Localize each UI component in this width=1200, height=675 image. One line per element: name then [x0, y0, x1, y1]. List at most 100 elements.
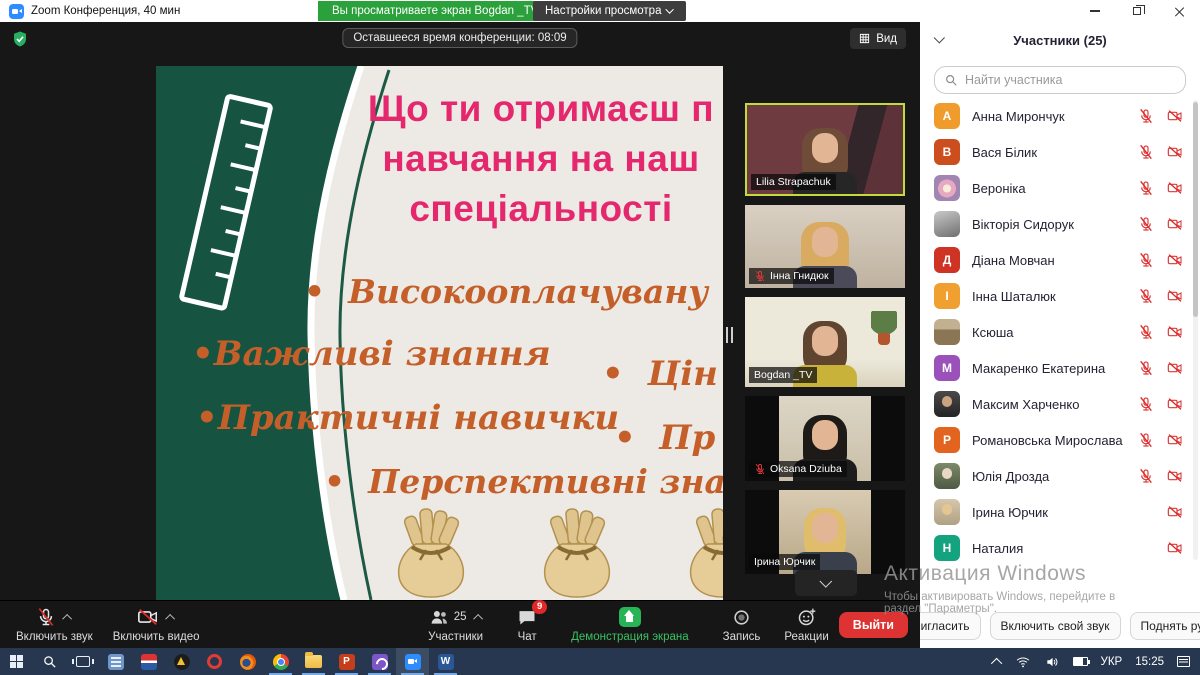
- participant-row[interactable]: Ксюша: [920, 314, 1200, 350]
- security-shield-icon[interactable]: [11, 30, 29, 48]
- video-tile-name: Інна Гнидюк: [770, 270, 829, 282]
- chevron-up-icon[interactable]: [165, 613, 175, 623]
- restore-button[interactable]: [1116, 0, 1158, 22]
- camera-off-icon: [1166, 288, 1184, 304]
- task-view-icon[interactable]: [66, 648, 99, 675]
- calculator-icon[interactable]: [99, 648, 132, 675]
- window-title-bar: Zoom Конференция, 40 мин Вы просматривае…: [0, 0, 1200, 22]
- action-center-icon[interactable]: [1177, 656, 1190, 667]
- mail-app-icon[interactable]: [132, 648, 165, 675]
- participants-panel-title: Участники (25): [1013, 33, 1107, 48]
- search-icon: [944, 73, 958, 87]
- avatar: [934, 499, 960, 525]
- reactions-button[interactable]: Реакции: [774, 606, 838, 643]
- mic-muted-icon: [1138, 396, 1154, 412]
- participant-row[interactable]: Р Романовська Мирослава: [920, 422, 1200, 458]
- mic-muted-icon: [1138, 252, 1154, 268]
- start-button[interactable]: [0, 648, 33, 675]
- money-bag-icon: [672, 504, 723, 600]
- video-tile-oksana[interactable]: Oksana Dziuba: [745, 396, 905, 481]
- volume-icon[interactable]: [1044, 655, 1060, 669]
- mic-muted-icon: [1138, 432, 1154, 448]
- participants-panel: Участники (25) А Анна Мирончук В Вася Бі…: [920, 22, 1200, 648]
- grid-view-icon: [859, 33, 870, 44]
- start-video-button[interactable]: Включить видео: [103, 606, 210, 643]
- minimize-button[interactable]: [1074, 0, 1116, 22]
- opera-icon[interactable]: [198, 648, 231, 675]
- participants-button[interactable]: 25 Участники: [418, 606, 493, 643]
- avatar: І: [934, 283, 960, 309]
- participants-icon: [429, 607, 450, 628]
- record-button[interactable]: Запись: [713, 606, 771, 643]
- language-indicator[interactable]: УКР: [1101, 656, 1123, 668]
- powerpoint-icon[interactable]: P: [330, 648, 363, 675]
- avatar: [934, 463, 960, 489]
- close-button[interactable]: [1158, 0, 1200, 22]
- participant-row[interactable]: Д Діана Мовчан: [920, 242, 1200, 278]
- camera-off-icon: [1166, 360, 1184, 376]
- chevron-up-icon[interactable]: [473, 613, 483, 623]
- antivirus-icon[interactable]: [165, 648, 198, 675]
- panel-scrollbar[interactable]: [1193, 100, 1198, 560]
- unmute-button[interactable]: Включить звук: [6, 606, 103, 643]
- mic-muted-icon: [1138, 360, 1154, 376]
- panel-collapse-chevron-icon[interactable]: [934, 32, 945, 43]
- avatar: А: [934, 103, 960, 129]
- chat-unread-badge: 9: [532, 600, 547, 614]
- view-layout-button[interactable]: Вид: [850, 28, 906, 49]
- video-tile-lilia[interactable]: Lilia Strapachuk: [745, 103, 905, 196]
- tray-expand-icon[interactable]: [990, 657, 1001, 668]
- reactions-icon: [797, 607, 817, 627]
- avatar: [934, 391, 960, 417]
- viber-icon[interactable]: [363, 648, 396, 675]
- participant-row[interactable]: А Анна Мирончук: [920, 98, 1200, 134]
- taskbar-search-icon[interactable]: [33, 648, 66, 675]
- collapse-thumbnails-button[interactable]: [795, 570, 857, 596]
- camera-off-icon: [1166, 324, 1184, 340]
- chat-button[interactable]: 9 Чат: [507, 606, 547, 643]
- word-icon[interactable]: W: [429, 648, 462, 675]
- mic-muted-icon: [754, 463, 766, 475]
- zoom-taskbar-icon[interactable]: [396, 648, 429, 675]
- camera-off-icon: [1166, 432, 1184, 448]
- participant-row[interactable]: Ірина Юрчик: [920, 494, 1200, 530]
- chevron-up-icon[interactable]: [62, 613, 72, 623]
- video-tile-iryna[interactable]: Ірина Юрчик: [745, 490, 905, 574]
- slide-title: Що ти отримаєш п навчання на наш спеціал…: [306, 84, 723, 234]
- participant-row[interactable]: Максим Харченко: [920, 386, 1200, 422]
- leave-meeting-button[interactable]: Выйти: [839, 612, 908, 638]
- firefox-icon[interactable]: [231, 648, 264, 675]
- participant-row[interactable]: Юлія Дрозда: [920, 458, 1200, 494]
- shared-screen-slide: Що ти отримаєш п навчання на наш спеціал…: [156, 66, 723, 600]
- raise-hand-button[interactable]: Поднять руку: [1130, 612, 1200, 640]
- file-explorer-icon[interactable]: [297, 648, 330, 675]
- battery-icon[interactable]: [1073, 657, 1088, 666]
- avatar: [934, 211, 960, 237]
- camera-off-icon: [1166, 108, 1184, 124]
- meeting-toolbar: Включить звук Включить видео 25 Участник…: [0, 600, 920, 648]
- video-thumbnail-strip: Lilia Strapachuk Інна Гнидюк Bogdan _TV …: [745, 103, 905, 583]
- window-controls: [1074, 0, 1200, 22]
- slide-bullet: •Практичні навички: [196, 398, 619, 438]
- chevron-down-icon: [819, 575, 832, 588]
- camera-off-icon: [1166, 540, 1184, 556]
- video-tile-inna[interactable]: Інна Гнидюк: [745, 205, 905, 288]
- mic-muted-icon: [1138, 216, 1154, 232]
- participant-row[interactable]: І Інна Шаталюк: [920, 278, 1200, 314]
- panel-resize-handle[interactable]: [723, 322, 735, 348]
- share-screen-button[interactable]: Демонстрация экрана: [561, 606, 699, 643]
- participant-row[interactable]: М Макаренко Екатерина: [920, 350, 1200, 386]
- mic-muted-icon: [1138, 180, 1154, 196]
- participant-row[interactable]: Н Наталия: [920, 530, 1200, 566]
- clock[interactable]: 15:25: [1135, 656, 1164, 668]
- meeting-stage: Оставшееся время конференции: 08:09 Вид …: [0, 22, 920, 600]
- video-tile-bogdan[interactable]: Bogdan _TV: [745, 297, 905, 387]
- participant-row[interactable]: Вероніка: [920, 170, 1200, 206]
- view-settings-dropdown[interactable]: Настройки просмотра: [533, 1, 686, 21]
- unmute-self-button[interactable]: Включить свой звук: [990, 612, 1121, 640]
- search-participants-input[interactable]: [934, 66, 1186, 94]
- participant-row[interactable]: В Вася Білик: [920, 134, 1200, 170]
- chrome-icon[interactable]: [264, 648, 297, 675]
- participant-row[interactable]: Вікторія Сидорук: [920, 206, 1200, 242]
- wifi-icon[interactable]: [1015, 655, 1031, 669]
